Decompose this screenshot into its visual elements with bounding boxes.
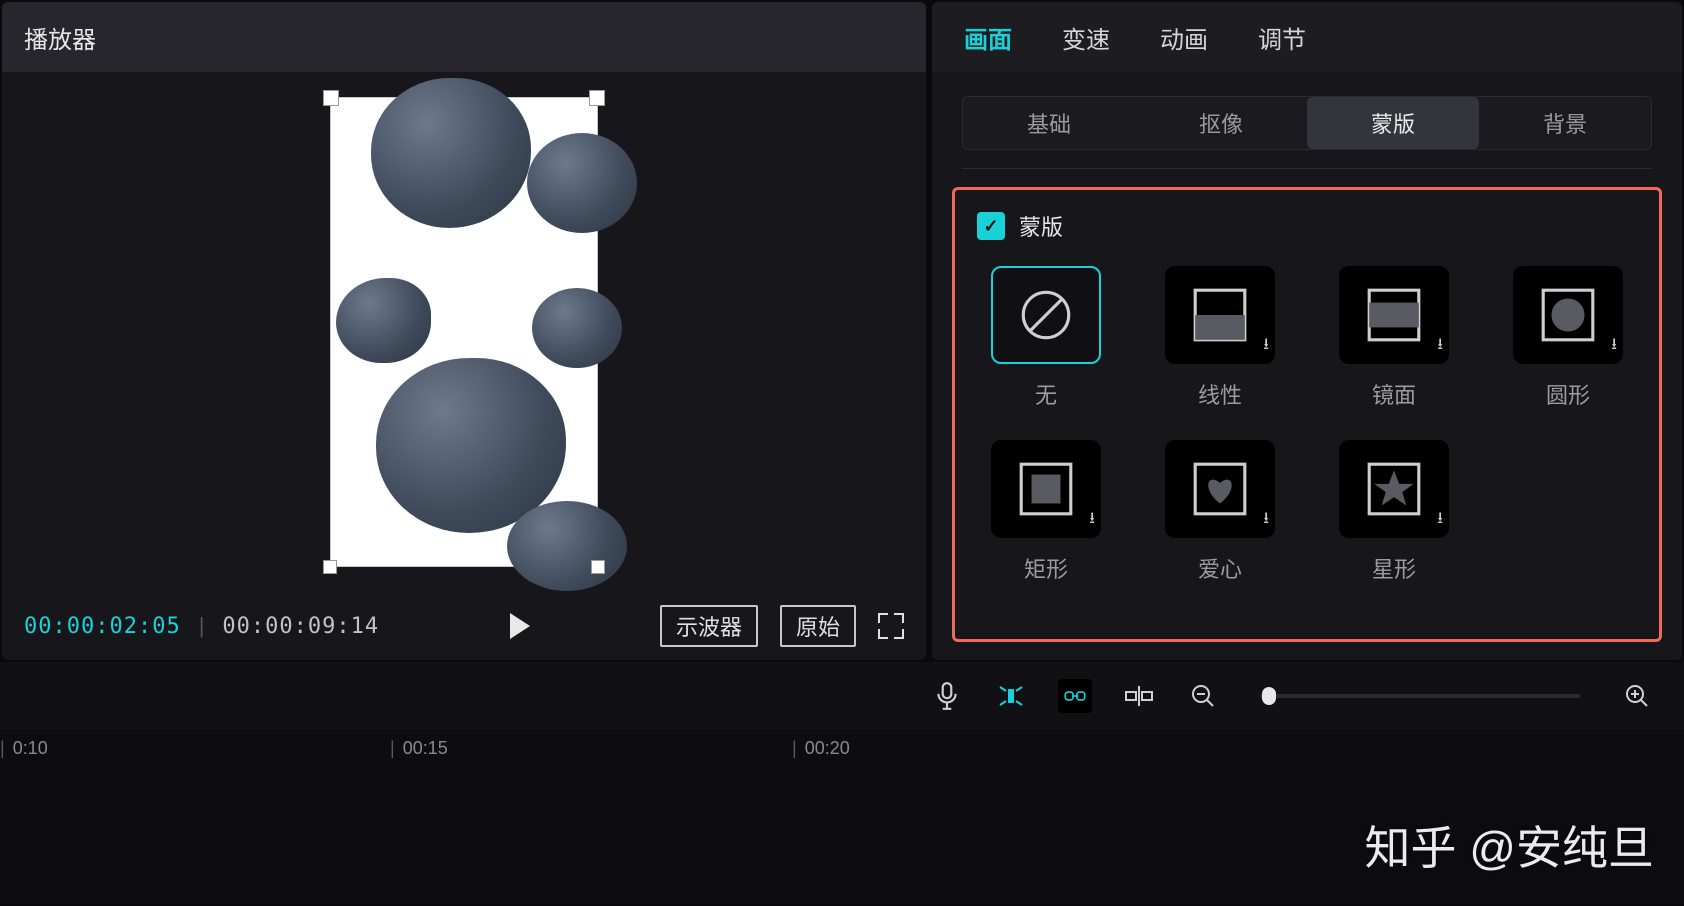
mask-section-highlight: ✓ 蒙版 无 ⭳ 线性 (952, 187, 1662, 642)
fullscreen-icon[interactable] (878, 613, 904, 639)
download-icon: ⭳ (1611, 333, 1617, 360)
properties-panel: 画面 变速 动画 调节 基础 抠像 蒙版 背景 ✓ 蒙版 无 (932, 2, 1682, 660)
heart-icon (1187, 458, 1253, 520)
mirror-icon (1361, 284, 1427, 346)
tab-picture[interactable]: 画面 (962, 14, 1014, 61)
mask-label: 星形 (1372, 552, 1416, 584)
timeline-tick: 00:15 (390, 738, 448, 759)
watermark-text: 知乎 @安纯旦 (1365, 812, 1654, 878)
mask-option-rect[interactable]: ⭳ 矩形 (977, 440, 1115, 584)
mask-option-heart[interactable]: ⭳ 爱心 (1151, 440, 1289, 584)
main-tabs: 画面 变速 动画 调节 (932, 2, 1682, 72)
aspect-ratio-button[interactable]: 原始 (780, 605, 856, 647)
magnet-icon[interactable] (994, 679, 1028, 713)
download-icon: ⭳ (1437, 507, 1443, 534)
zoom-in-icon[interactable] (1620, 679, 1654, 713)
mask-label: 爱心 (1198, 552, 1242, 584)
mask-option-mirror[interactable]: ⭳ 镜面 (1325, 266, 1463, 410)
zoom-thumb[interactable] (1262, 687, 1276, 705)
player-panel: 播放器 00:00:02:05 | 00:00:09:14 示波器 原始 (2, 2, 926, 660)
timeline-tick: 00:20 (792, 738, 850, 759)
timecode-current: 00:00:02:05 (24, 614, 181, 639)
mask-label: 无 (1035, 378, 1057, 410)
rect-icon (1013, 458, 1079, 520)
oscilloscope-button[interactable]: 示波器 (660, 605, 758, 647)
sub-tabs: 基础 抠像 蒙版 背景 (962, 96, 1652, 150)
mask-option-star[interactable]: ⭳ 星形 (1325, 440, 1463, 584)
timeline-toolbar (0, 662, 1684, 730)
timecode-divider: | (199, 613, 205, 639)
mask-label: 镜面 (1372, 378, 1416, 410)
mask-section-label: 蒙版 (1019, 210, 1063, 242)
star-icon (1361, 458, 1427, 520)
mask-option-circle[interactable]: ⭳ 圆形 (1499, 266, 1637, 410)
play-icon (510, 613, 530, 639)
download-icon: ⭳ (1437, 333, 1443, 360)
align-icon[interactable] (1122, 679, 1156, 713)
mask-label: 矩形 (1024, 552, 1068, 584)
zoom-out-icon[interactable] (1186, 679, 1220, 713)
none-icon (1013, 284, 1079, 346)
mask-label: 圆形 (1546, 378, 1590, 410)
subtab-background[interactable]: 背景 (1479, 97, 1651, 149)
mask-label: 线性 (1198, 378, 1242, 410)
mask-option-none[interactable]: 无 (977, 266, 1115, 410)
tab-adjust[interactable]: 调节 (1256, 14, 1308, 61)
player-controls: 00:00:02:05 | 00:00:09:14 示波器 原始 (2, 592, 926, 660)
clip-bounding-box[interactable] (330, 97, 598, 567)
circle-icon (1535, 284, 1601, 346)
player-title: 播放器 (2, 2, 926, 72)
watermark: 知乎 @安纯旦 (1351, 812, 1654, 878)
subtab-mask[interactable]: 蒙版 (1307, 97, 1479, 149)
zoom-slider[interactable] (1260, 694, 1580, 698)
timecode-total: 00:00:09:14 (222, 614, 379, 639)
tab-animation[interactable]: 动画 (1158, 14, 1210, 61)
mic-icon[interactable] (930, 679, 964, 713)
subtab-cutout[interactable]: 抠像 (1135, 97, 1307, 149)
link-icon[interactable] (1058, 679, 1092, 713)
mask-checkbox[interactable]: ✓ (977, 212, 1005, 240)
timeline-tick: 0:10 (0, 738, 48, 759)
download-icon: ⭳ (1263, 507, 1269, 534)
linear-icon (1187, 284, 1253, 346)
mask-grid: 无 ⭳ 线性 ⭳ 镜面 (977, 266, 1637, 584)
tab-speed[interactable]: 变速 (1060, 14, 1112, 61)
download-icon: ⭳ (1263, 333, 1269, 360)
preview-viewport[interactable] (2, 72, 926, 592)
mask-option-linear[interactable]: ⭳ 线性 (1151, 266, 1289, 410)
timeline-ruler[interactable]: 0:10 00:15 00:20 (0, 730, 1684, 770)
play-button[interactable] (397, 613, 642, 639)
download-icon: ⭳ (1089, 507, 1095, 534)
subtab-basic[interactable]: 基础 (963, 97, 1135, 149)
mask-enable-row[interactable]: ✓ 蒙版 (977, 210, 1637, 242)
